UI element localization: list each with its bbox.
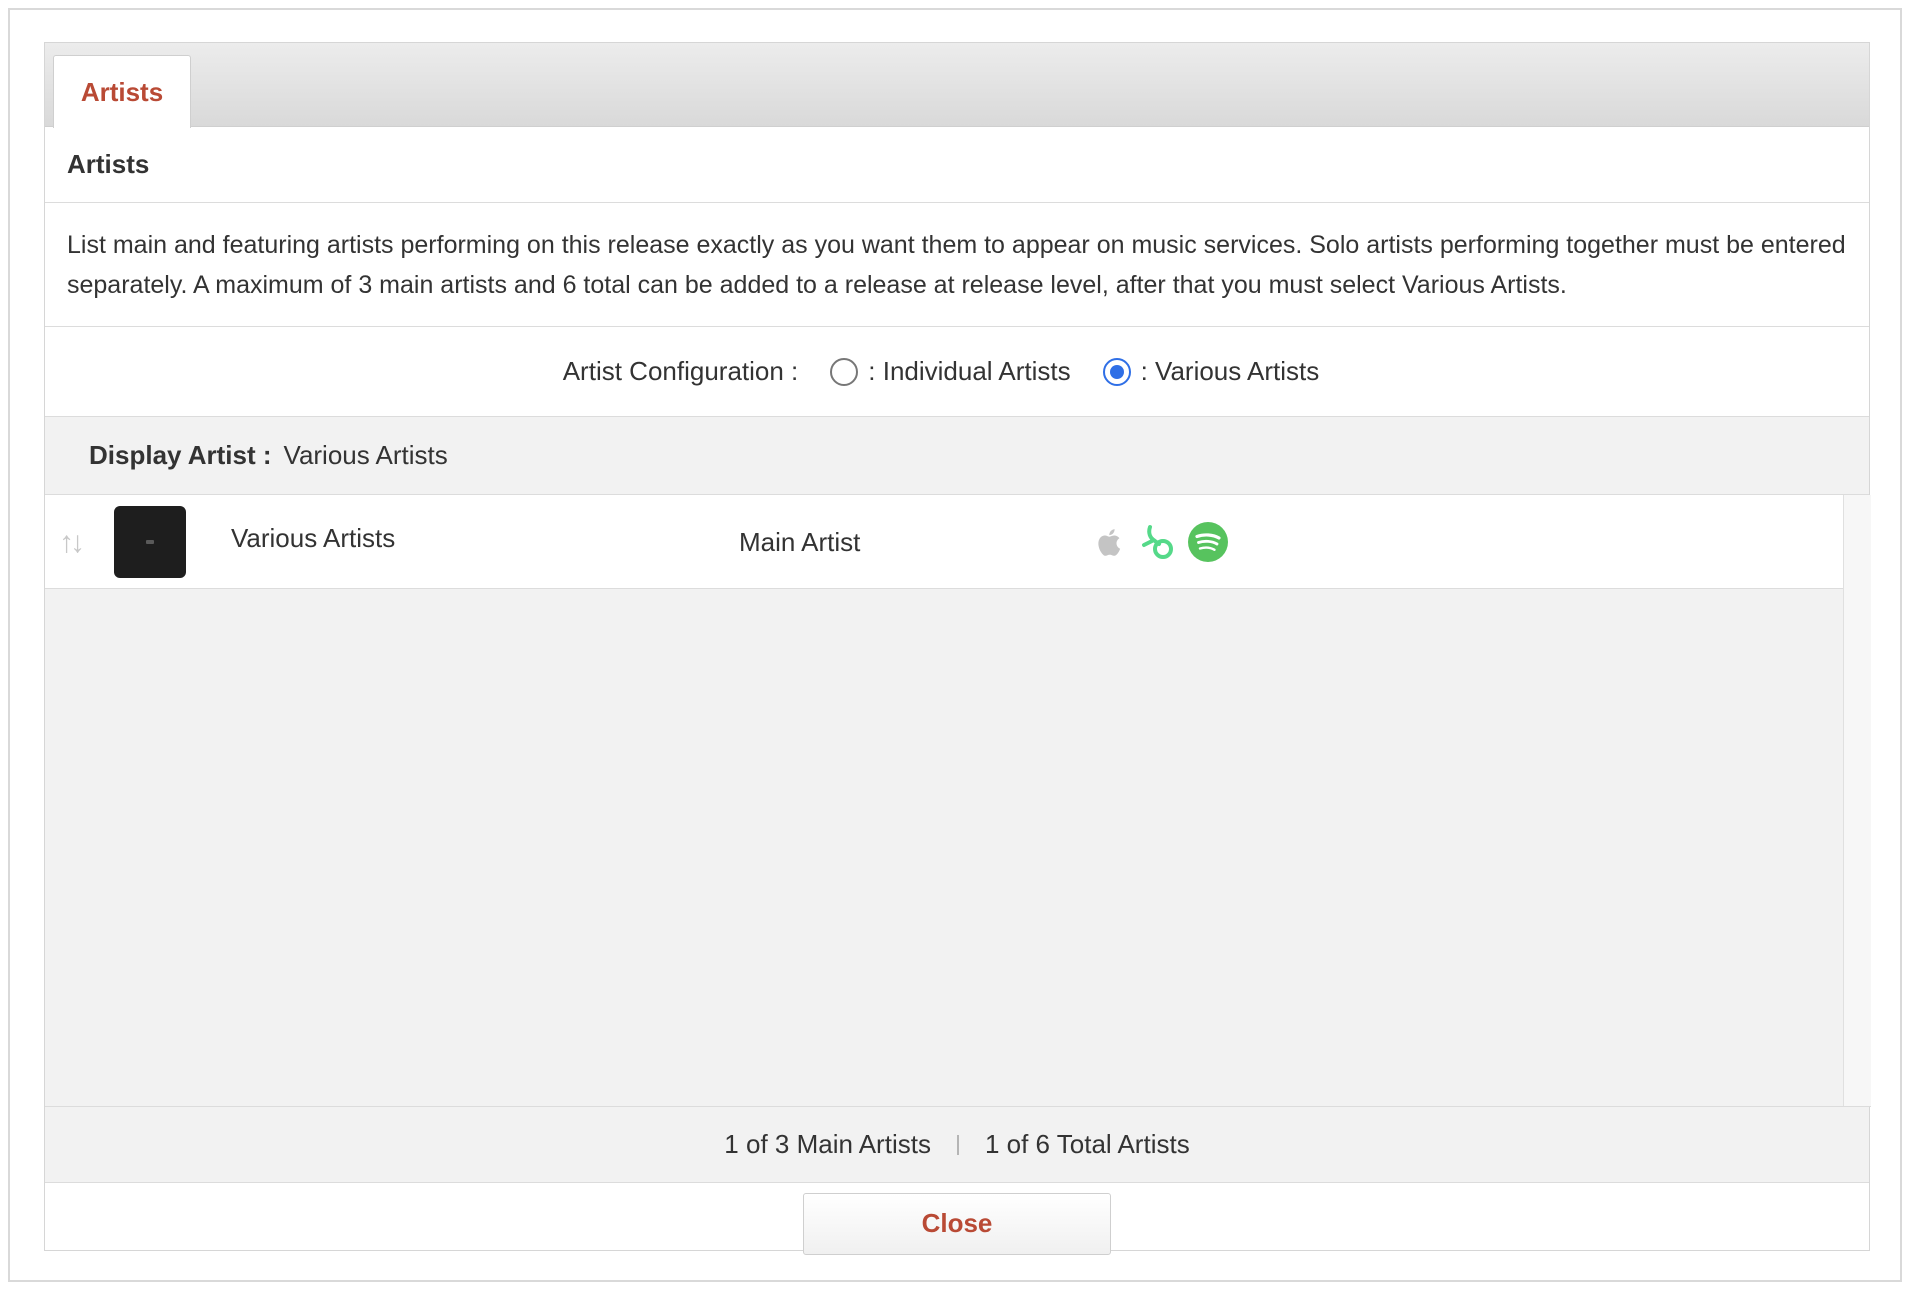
sort-arrows-icon[interactable]: ↑↓ [59,523,99,563]
artist-configuration: Artist Configuration : : Individual Arti… [45,327,1869,417]
artist-name[interactable]: Various Artists [231,523,395,554]
spotify-icon[interactable] [1187,521,1229,563]
individual-artists-radio[interactable] [830,357,859,386]
artists-panel: Artists Artists List main and featuring … [44,42,1871,1255]
artist-row[interactable]: ↑↓ Various Artists Main Artist [45,495,1843,589]
beatport-icon[interactable] [1138,521,1180,563]
artist-configuration-label: Artist Configuration : [562,356,799,386]
modal-frame: Artists Artists List main and featuring … [8,8,1902,1282]
main-artists-count: 1 of 3 Main Artists [724,1129,931,1159]
artists-description: List main and featuring artists performi… [45,203,1869,327]
various-artists-radio[interactable] [1102,357,1131,386]
individual-artists-label[interactable]: : Individual Artists [868,356,1070,387]
artist-avatar [114,506,186,578]
individual-artists-option[interactable]: : Individual Artists [830,356,1071,387]
display-artist-label: Display Artist : [89,440,272,470]
display-artist-bar: Display Artist : Various Artists [45,417,1869,495]
close-button[interactable]: Close [803,1192,1111,1255]
artist-role: Main Artist [739,527,861,557]
list-scrollbar[interactable] [1843,495,1871,1106]
various-artists-label[interactable]: : Various Artists [1141,356,1320,387]
artist-list: ↑↓ Various Artists Main Artist [45,495,1871,1107]
tab-bar: Artists [45,43,1869,128]
section-title: Artists [45,127,1869,203]
artist-counts: 1 of 3 Main Artists 1 of 6 Total Artists [45,1107,1869,1183]
apple-music-icon[interactable] [1089,521,1131,563]
count-separator [956,1134,959,1155]
total-artists-count: 1 of 6 Total Artists [984,1129,1190,1159]
tab-artists[interactable]: Artists [53,55,191,128]
display-artist-value: Various Artists [283,440,448,470]
actions-bar: Close [45,1183,1869,1255]
various-artists-option[interactable]: : Various Artists [1102,356,1320,387]
